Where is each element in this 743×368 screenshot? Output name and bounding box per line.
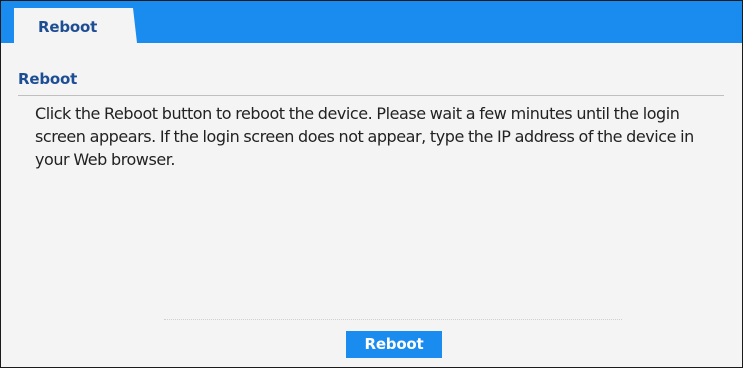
reboot-panel: Reboot Reboot Click the Reboot button to…: [0, 0, 743, 368]
reboot-description: Click the Reboot button to reboot the de…: [35, 104, 694, 169]
tab-reboot-label: Reboot: [38, 18, 98, 36]
tab-bar: Reboot: [1, 1, 742, 43]
reboot-button[interactable]: Reboot: [346, 331, 442, 358]
section-title: Reboot: [18, 70, 78, 88]
section-divider: [18, 95, 724, 96]
footer-divider: [164, 319, 622, 320]
tab-reboot[interactable]: Reboot: [14, 8, 137, 43]
